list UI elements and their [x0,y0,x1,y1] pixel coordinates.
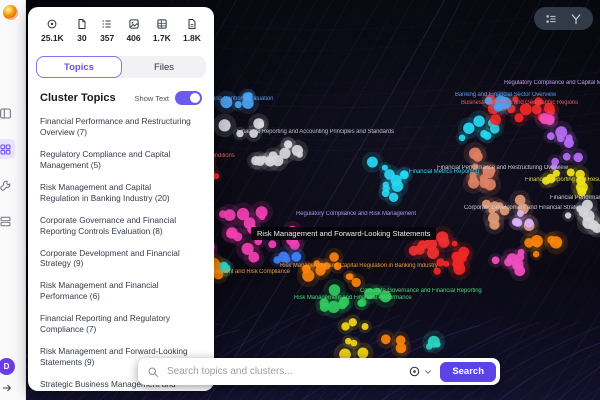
topics-panel: 25.1K 30 357 406 1.7K 1.8K TopicsFiles Cluste… [28,7,214,391]
stat-value: 406 [126,33,140,43]
stat-value: 25.1K [41,33,64,43]
table-icon [156,18,168,30]
collapse-sidebar-icon[interactable] [1,382,13,394]
show-text-label: Show Text [135,94,169,103]
legend-icon[interactable] [545,13,557,25]
toggle-knob [190,93,200,103]
topic-item[interactable]: Risk Management and Capital Regulation i… [40,182,192,204]
stat-value: 1.7K [153,33,171,43]
sidebar-item-stack-icon[interactable] [0,211,15,231]
viz-toolbar [534,7,593,30]
topic-list: Financial Performance and Restructuring … [40,116,202,391]
stat-circle-dot[interactable]: 25.1K [41,18,64,43]
stat-table[interactable]: 1.7K [153,18,171,43]
stat-value: 1.8K [183,33,201,43]
sidebar-item-grid-icon[interactable] [0,139,15,159]
show-text-toggle[interactable] [175,91,202,105]
sidebar-item-panel-left-icon[interactable] [0,103,15,123]
filter-icon[interactable] [570,13,582,25]
search-icon [147,366,159,378]
topic-item[interactable]: Financial Reporting and Regulatory Compl… [40,313,192,335]
cluster-metrics-reporting[interactable] [362,152,413,207]
cluster-gray-right[interactable] [562,195,600,238]
app: Corporate Governance and Financial Repor… [0,0,600,400]
search-button[interactable]: Search [440,362,496,382]
sidebar-item-wrench-icon[interactable] [0,175,15,195]
stat-list[interactable]: 357 [100,18,114,43]
cluster-accounting-standards[interactable] [213,113,308,171]
file-icon [76,18,88,30]
stats-row: 25.1K 30 357 406 1.7K 1.8K [28,7,214,43]
sidebar-nav [0,103,15,231]
stat-value: 357 [100,33,114,43]
cluster-topics-title: Cluster Topics [40,92,135,104]
app-logo-icon[interactable] [3,5,18,20]
topic-item[interactable]: Corporate Development and Financial Stra… [40,248,192,270]
cluster-topics-header: Cluster Topics Show Text [40,91,202,105]
tab-topics[interactable]: Topics [36,56,122,78]
image-icon [128,18,140,30]
cluster-controls-evaluation[interactable] [215,89,259,115]
panel-tabs: TopicsFiles [36,56,206,78]
stat-image[interactable]: 406 [126,18,140,43]
file-text-icon [186,18,198,30]
search-scope-icon[interactable] [408,365,421,378]
stat-file[interactable]: 30 [76,18,88,43]
stat-value: 30 [77,33,86,43]
cluster-orange-bottom[interactable] [377,330,412,358]
chevron-down-icon[interactable] [423,367,433,377]
search-bar: Search [138,358,500,385]
topic-item[interactable]: Regulatory Compliance and Capital Manage… [40,149,192,171]
topic-item[interactable]: Risk Management and Financial Performanc… [40,280,192,302]
cluster-pink-bottom[interactable] [488,246,530,281]
sidebar-footer: D [0,358,15,394]
topic-item[interactable]: Financial Performance and Restructuring … [40,116,192,138]
app-sidebar: D [0,0,26,400]
circle-dot-icon [46,18,58,30]
stat-file-text[interactable]: 1.8K [183,18,201,43]
list-icon [101,18,113,30]
cluster-restructuring-overview[interactable] [463,142,501,196]
tab-files[interactable]: Files [122,56,206,78]
cluster-teal-bottom[interactable] [422,330,445,353]
search-input[interactable] [165,365,408,378]
cluster-results-overview[interactable] [538,165,593,200]
topic-item[interactable]: Corporate Governance and Financial Repor… [40,215,192,237]
highlighted-cluster-label[interactable]: Risk Management and Forward-Looking Stat… [251,227,436,240]
user-avatar[interactable]: D [0,358,15,375]
